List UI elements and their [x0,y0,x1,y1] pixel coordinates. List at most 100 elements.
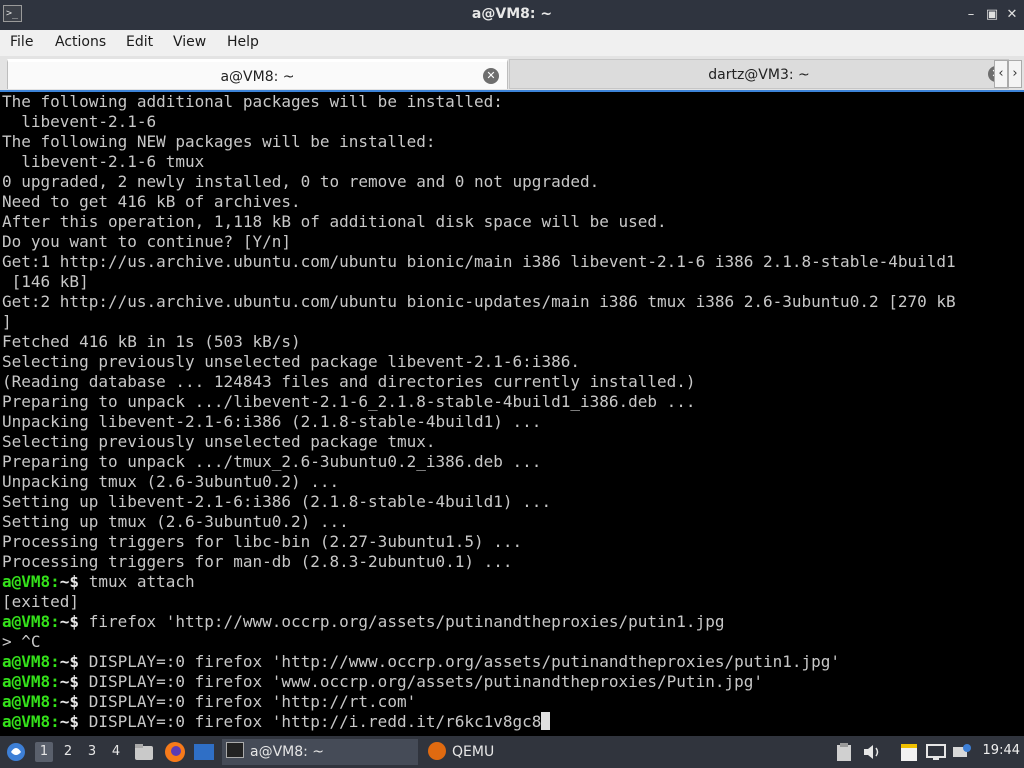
prompt-user-host: a@VM8: [2,692,60,711]
terminal-command-line: a@VM8:~$ DISPLAY=:0 firefox 'http://rt.c… [2,692,956,712]
close-window-button[interactable]: ✕ [1004,7,1020,23]
prompt-user-host: a@VM8: [2,712,60,731]
line-text: Preparing to unpack .../libevent-2.1-6_2… [2,392,696,411]
terminal-output-line: Unpacking tmux (2.6-3ubuntu0.2) ... [2,472,956,492]
taskbar-task-qemu[interactable]: QEMU [424,739,584,765]
terminal-output-line: Unpacking libevent-2.1-6:i386 (2.1.8-sta… [2,412,956,432]
line-text: DISPLAY=:0 firefox 'http://i.redd.it/r6k… [79,712,542,731]
terminal-view[interactable]: The following additional packages will b… [0,90,1024,736]
clock[interactable]: 19:44 [983,743,1020,758]
line-text: > ^C [2,632,41,651]
task-label: a@VM8: ~ [250,744,325,760]
minimize-button[interactable]: – [963,7,979,23]
tab-label: dartz@VM3: ~ [708,67,810,83]
line-text: Unpacking libevent-2.1-6:i386 (2.1.8-sta… [2,412,542,431]
menu-edit[interactable]: Edit [126,34,153,50]
terminal-output-line: Get:1 http://us.archive.ubuntu.com/ubunt… [2,252,956,272]
volume-icon[interactable] [862,743,882,761]
menubar: File Actions Edit View Help [0,30,1024,57]
window-title: a@VM8: ~ [471,6,553,22]
line-text: libevent-2.1-6 tmux [2,152,205,171]
terminal-output-line: [exited] [2,592,956,612]
terminal-output-line: (Reading database ... 124843 files and d… [2,372,956,392]
prompt-path: ~$ [59,612,80,631]
line-text: Do you want to continue? [Y/n] [2,232,291,251]
line-text: tmux attach [79,572,195,591]
workspace-3[interactable]: 3 [83,742,101,762]
menu-actions[interactable]: Actions [55,34,106,50]
terminal-command-line: a@VM8:~$ DISPLAY=:0 firefox 'http://www.… [2,652,956,672]
prompt-user-host: a@VM8: [2,572,60,591]
line-text: (Reading database ... 124843 files and d… [2,372,696,391]
desktop-icon[interactable] [194,744,214,760]
terminal-output-line: Need to get 416 kB of archives. [2,192,956,212]
taskbar: 1 2 3 4 a@VM8: ~ QEMU 19:44 [0,736,1024,768]
terminal-output-line: 0 upgraded, 2 newly installed, 0 to remo… [2,172,956,192]
line-text: Get:2 http://us.archive.ubuntu.com/ubunt… [2,292,956,311]
terminal-output-line: Setting up tmux (2.6-3ubuntu0.2) ... [2,512,956,532]
notes-icon[interactable] [900,742,918,762]
line-text: firefox 'http://www.occrp.org/assets/put… [79,612,725,631]
firefox-icon[interactable] [164,741,186,763]
menu-file[interactable]: File [10,34,33,50]
prompt-user-host: a@VM8: [2,652,60,671]
terminal-command-line: a@VM8:~$ DISPLAY=:0 firefox 'www.occrp.o… [2,672,956,692]
terminal-output-line: libevent-2.1-6 [2,112,956,132]
menu-view[interactable]: View [173,34,206,50]
terminal-output-line: Processing triggers for man-db (2.8.3-2u… [2,552,956,572]
text-cursor [541,712,551,730]
window-titlebar[interactable]: >_ a@VM8: ~ – ▣ ✕ [0,0,1024,30]
tab-label: a@VM8: ~ [220,69,295,85]
line-text: 0 upgraded, 2 newly installed, 0 to remo… [2,172,600,191]
line-text: Preparing to unpack .../tmux_2.6-3ubuntu… [2,452,542,471]
tab-a-vm8[interactable]: a@VM8: ~ ✕ [7,59,508,89]
workspace-2[interactable]: 2 [59,742,77,762]
clipboard-icon[interactable] [836,743,852,761]
workspace-1[interactable]: 1 [35,742,53,762]
terminal-output-line: Preparing to unpack .../tmux_2.6-3ubuntu… [2,452,956,472]
line-text: Setting up libevent-2.1-6:i386 (2.1.8-st… [2,492,552,511]
terminal-output-line: Preparing to unpack .../libevent-2.1-6_2… [2,392,956,412]
terminal-output-line: Setting up libevent-2.1-6:i386 (2.1.8-st… [2,492,956,512]
line-text: Unpacking tmux (2.6-3ubuntu0.2) ... [2,472,340,491]
menu-help[interactable]: Help [227,34,259,50]
terminal-command-line: a@VM8:~$ DISPLAY=:0 firefox 'http://i.re… [2,712,956,732]
workspace-4[interactable]: 4 [107,742,125,762]
terminal-output-line: libevent-2.1-6 tmux [2,152,956,172]
terminal-output-line: Fetched 416 kB in 1s (503 kB/s) [2,332,956,352]
line-text: Setting up tmux (2.6-3ubuntu0.2) ... [2,512,349,531]
tab-close-icon[interactable]: ✕ [483,68,499,84]
line-text: [146 kB] [2,272,89,291]
taskbar-task-terminal[interactable]: a@VM8: ~ [222,739,418,765]
prompt-path: ~$ [59,572,80,591]
file-manager-icon[interactable] [134,743,154,761]
line-text: The following NEW packages will be insta… [2,132,436,151]
line-text: DISPLAY=:0 firefox 'http://rt.com' [79,692,417,711]
line-text: [exited] [2,592,80,611]
tab-dartz-vm3[interactable]: dartz@VM3: ~ ✕ [509,59,1009,89]
line-text: DISPLAY=:0 firefox 'http://www.occrp.org… [79,652,841,671]
network-icon[interactable] [952,743,972,761]
tab-bar: a@VM8: ~ ✕ dartz@VM3: ~ ✕ ‹ › [0,56,1024,90]
line-text: DISPLAY=:0 firefox 'www.occrp.org/assets… [79,672,763,691]
line-text: Need to get 416 kB of archives. [2,192,301,211]
display-icon[interactable] [926,743,946,761]
terminal-output-line: ] [2,312,956,332]
start-menu-icon[interactable] [5,740,27,764]
qemu-icon [428,742,446,760]
line-text: Processing triggers for libc-bin (2.27-3… [2,532,523,551]
terminal-output-line: After this operation, 1,118 kB of additi… [2,212,956,232]
prompt-user-host: a@VM8: [2,672,60,691]
tab-scroll-left-button[interactable]: ‹ [994,60,1008,88]
line-text: Get:1 http://us.archive.ubuntu.com/ubunt… [2,252,956,271]
tab-scroll-right-button[interactable]: › [1008,60,1022,88]
terminal-output-line: Get:2 http://us.archive.ubuntu.com/ubunt… [2,292,956,312]
maximize-button[interactable]: ▣ [984,7,1000,23]
terminal-output-line: The following NEW packages will be insta… [2,132,956,152]
prompt-path: ~$ [59,712,80,731]
line-text: Processing triggers for man-db (2.8.3-2u… [2,552,513,571]
prompt-path: ~$ [59,672,80,691]
terminal-output: The following additional packages will b… [2,92,956,732]
terminal-output-line: The following additional packages will b… [2,92,956,112]
line-text: Selecting previously unselected package … [2,432,436,451]
